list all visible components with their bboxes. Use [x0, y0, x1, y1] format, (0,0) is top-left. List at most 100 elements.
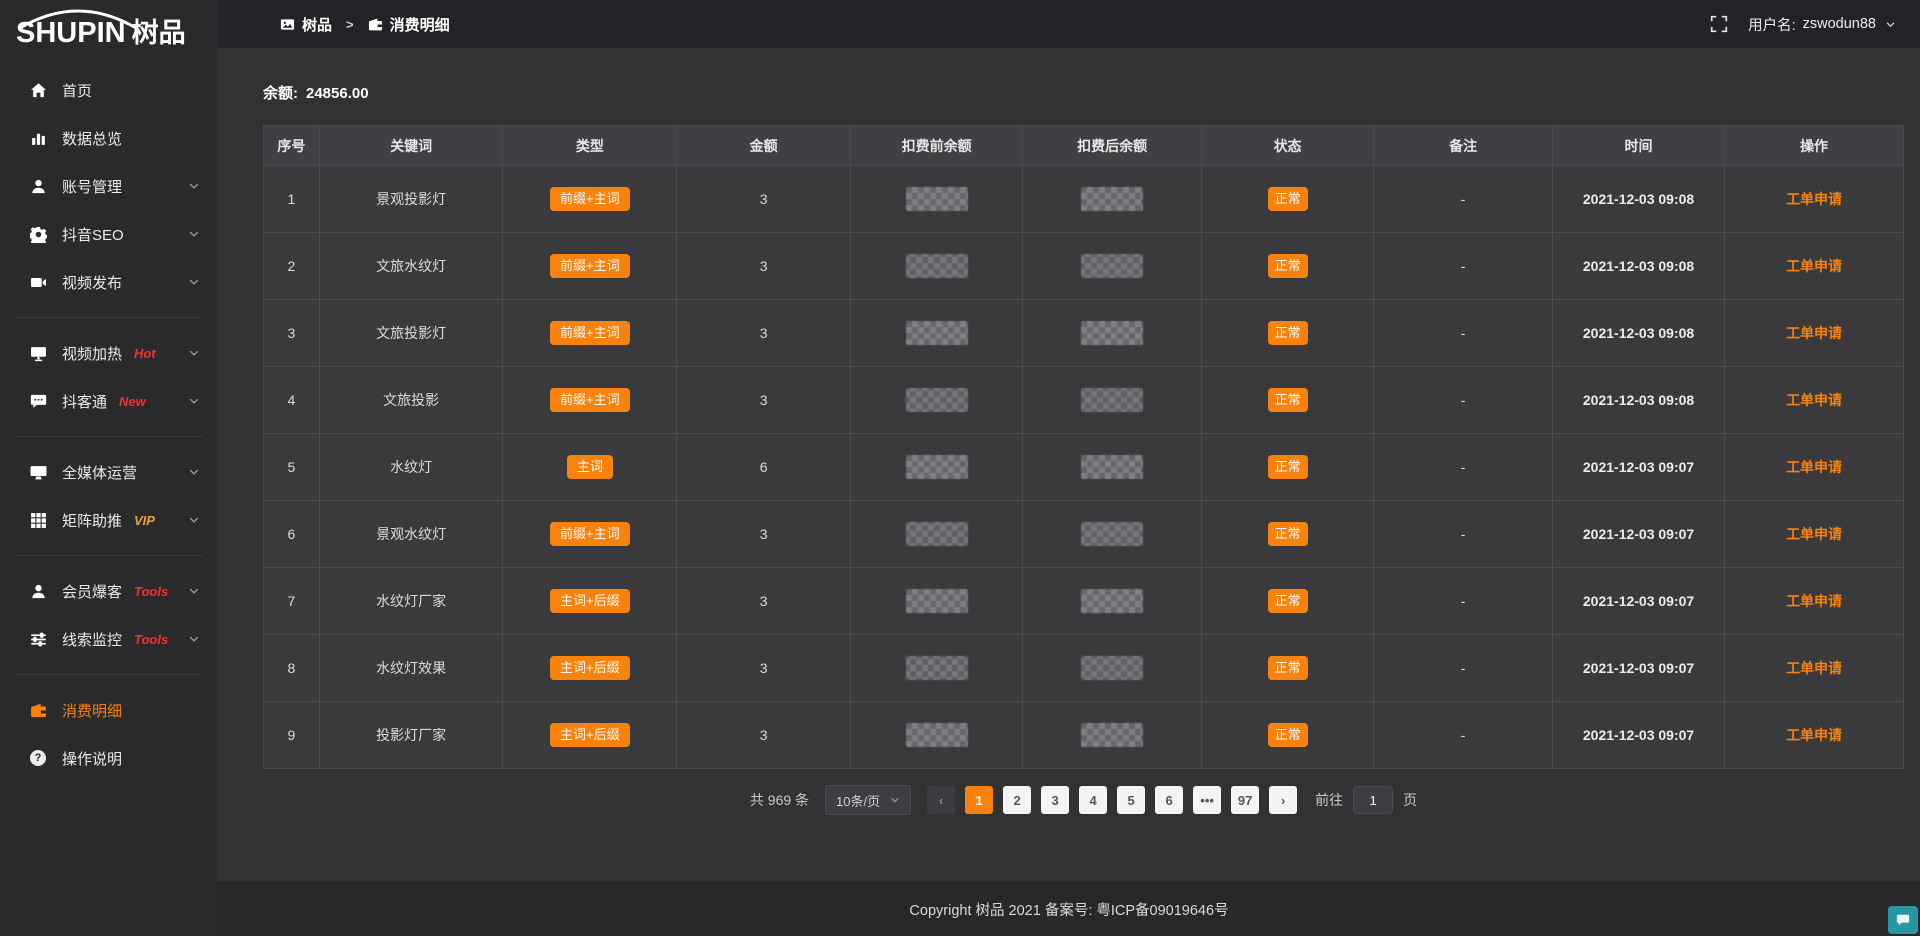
masked-balance-before	[906, 187, 968, 211]
status-badge: 正常	[1268, 321, 1308, 346]
masked-balance-after	[1081, 254, 1143, 278]
sidebar-item-home[interactable]: 首页	[0, 66, 218, 114]
table-cell: 水纹灯厂家	[319, 568, 503, 635]
action-link[interactable]: 工单申请	[1786, 392, 1842, 408]
chevron-down-icon	[188, 228, 200, 240]
action-link[interactable]: 工单申请	[1786, 660, 1842, 676]
table-cell: 2	[264, 233, 320, 300]
action-link[interactable]: 工单申请	[1786, 191, 1842, 207]
chat-icon	[30, 393, 47, 410]
table-row: 1景观投影灯前缀+主词3正常-2021-12-03 09:08工单申请	[264, 166, 1904, 233]
note-cell: -	[1461, 593, 1466, 609]
table-cell: 2021-12-03 09:07	[1552, 702, 1724, 769]
column-header: 扣费前余额	[851, 126, 1023, 166]
table-cell: 正常	[1202, 501, 1374, 568]
status-badge: 正常	[1268, 723, 1308, 748]
table-cell	[1023, 702, 1202, 769]
keyword-cell: 景观水纹灯	[376, 526, 446, 542]
time-cell: 2021-12-03 09:08	[1583, 325, 1694, 341]
type-badge: 前缀+主词	[550, 254, 630, 279]
page-button-4[interactable]: 4	[1079, 786, 1107, 814]
sidebar-item-badge: New	[119, 394, 146, 409]
time-cell: 2021-12-03 09:08	[1583, 392, 1694, 408]
action-link[interactable]: 工单申请	[1786, 593, 1842, 609]
sidebar-item-gear[interactable]: 抖音SEO	[0, 210, 218, 258]
sidebar-item-user[interactable]: 账号管理	[0, 162, 218, 210]
copyright-text: Copyright 树品 2021 备案号: 粤ICP备09019646号	[909, 899, 1228, 920]
table-cell: 正常	[1202, 166, 1374, 233]
chat-widget[interactable]	[1888, 906, 1918, 934]
prev-page-button[interactable]: ‹	[927, 786, 955, 814]
more-pages-button[interactable]: •••	[1193, 786, 1221, 814]
amount-cell: 3	[760, 325, 768, 341]
table-row: 6景观水纹灯前缀+主词3正常-2021-12-03 09:07工单申请	[264, 501, 1904, 568]
goto-label: 前往	[1315, 790, 1343, 810]
keyword-cell: 文旅投影	[383, 392, 439, 408]
page-size-select[interactable]: 10条/页	[825, 785, 911, 815]
action-link[interactable]: 工单申请	[1786, 459, 1842, 475]
sidebar-item-video[interactable]: 视频发布	[0, 258, 218, 306]
sidebar-item-wallet[interactable]: 消费明细	[0, 686, 218, 734]
table-cell: 主词	[503, 434, 677, 501]
time-cell: 2021-12-03 09:07	[1583, 526, 1694, 542]
breadcrumb-item[interactable]: 树品	[280, 14, 332, 35]
sidebar-item-sliders[interactable]: 线索监控Tools	[0, 615, 218, 663]
masked-balance-after	[1081, 656, 1143, 680]
table-cell: 工单申请	[1725, 434, 1904, 501]
row-index: 4	[287, 392, 295, 408]
table-cell: 5	[264, 434, 320, 501]
column-header: 序号	[264, 126, 320, 166]
action-link[interactable]: 工单申请	[1786, 526, 1842, 542]
sidebar-item-member[interactable]: 会员爆客Tools	[0, 567, 218, 615]
column-header: 金额	[677, 126, 851, 166]
page-button-97[interactable]: 97	[1231, 786, 1259, 814]
table-cell	[1023, 300, 1202, 367]
sidebar-item-label: 矩阵助推	[62, 510, 122, 531]
page-button-2[interactable]: 2	[1003, 786, 1031, 814]
sidebar-item-badge: Hot	[134, 346, 156, 361]
table-cell: 2021-12-03 09:08	[1552, 300, 1724, 367]
time-cell: 2021-12-03 09:07	[1583, 660, 1694, 676]
table-cell: 4	[264, 367, 320, 434]
sidebar-item-chart[interactable]: 数据总览	[0, 114, 218, 162]
sidebar-divider	[16, 317, 202, 318]
table-cell: 正常	[1202, 702, 1374, 769]
time-cell: 2021-12-03 09:07	[1583, 727, 1694, 743]
next-page-button[interactable]: ›	[1269, 786, 1297, 814]
row-index: 1	[287, 191, 295, 207]
column-header: 状态	[1202, 126, 1374, 166]
action-link[interactable]: 工单申请	[1786, 325, 1842, 341]
chart-icon	[30, 130, 47, 147]
user-menu[interactable]: 用户名: zswodun88	[1748, 14, 1896, 35]
table-cell: 2021-12-03 09:07	[1552, 635, 1724, 702]
masked-balance-after	[1081, 321, 1143, 345]
status-badge: 正常	[1268, 455, 1308, 480]
time-cell: 2021-12-03 09:07	[1583, 593, 1694, 609]
wallet-icon	[30, 702, 47, 719]
table-cell: 正常	[1202, 434, 1374, 501]
page-button-6[interactable]: 6	[1155, 786, 1183, 814]
user-icon	[30, 178, 47, 195]
action-link[interactable]: 工单申请	[1786, 258, 1842, 274]
action-link[interactable]: 工单申请	[1786, 727, 1842, 743]
keyword-cell: 文旅水纹灯	[376, 258, 446, 274]
sidebar-item-label: 抖音SEO	[62, 224, 124, 245]
fullscreen-icon[interactable]	[1710, 15, 1728, 33]
column-header: 操作	[1725, 126, 1904, 166]
keyword-cell: 水纹灯效果	[376, 660, 446, 676]
sidebar-item-display[interactable]: 视频加热Hot	[0, 329, 218, 377]
amount-cell: 3	[760, 593, 768, 609]
goto-page-input[interactable]	[1353, 786, 1393, 814]
page-button-3[interactable]: 3	[1041, 786, 1069, 814]
time-cell: 2021-12-03 09:08	[1583, 191, 1694, 207]
status-badge: 正常	[1268, 656, 1308, 681]
sidebar-item-monitor[interactable]: 全媒体运营	[0, 448, 218, 496]
breadcrumb-item[interactable]: 消费明细	[368, 14, 450, 35]
content: 余额:24856.00 序号关键词类型金额扣费前余额扣费后余额状态备注时间操作 …	[218, 48, 1920, 882]
sidebar-item-help[interactable]: ?操作说明	[0, 734, 218, 782]
page-button-5[interactable]: 5	[1117, 786, 1145, 814]
table-cell: 正常	[1202, 635, 1374, 702]
page-button-1[interactable]: 1	[965, 786, 993, 814]
sidebar-item-chat[interactable]: 抖客通New	[0, 377, 218, 425]
sidebar-item-grid[interactable]: 矩阵助推VIP	[0, 496, 218, 544]
